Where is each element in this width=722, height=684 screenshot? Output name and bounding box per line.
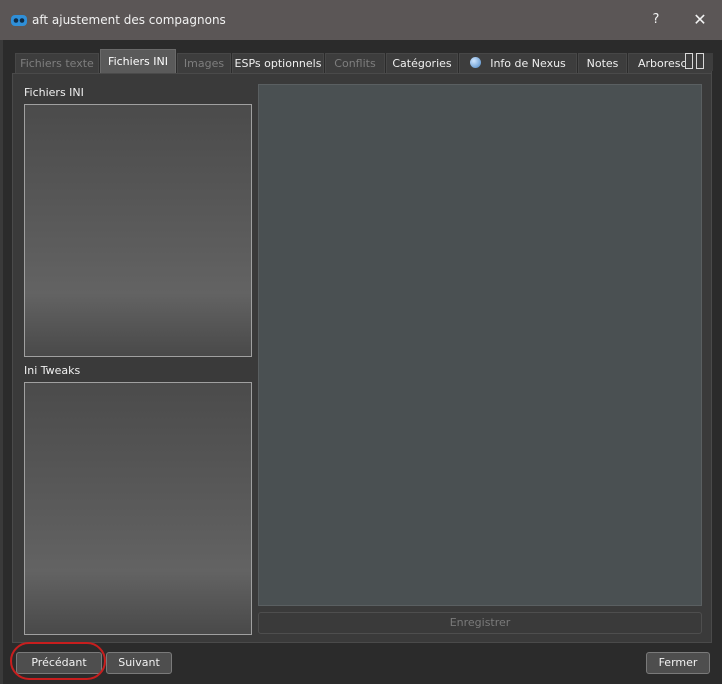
tab-optional-esps[interactable]: ESPs optionnels: [232, 53, 324, 73]
title-bar: aft ajustement des compagnons ? ✕: [0, 0, 722, 40]
save-button[interactable]: Enregistrer: [258, 612, 702, 634]
tab-notes[interactable]: Notes: [578, 53, 627, 73]
tab-label: Images: [183, 57, 225, 70]
tab-label: Conflits: [334, 57, 376, 70]
close-button[interactable]: Fermer: [646, 652, 710, 674]
tab-images[interactable]: Images: [177, 53, 231, 73]
previous-button[interactable]: Précédant: [16, 652, 102, 674]
tab-label: Info de Nexus: [490, 57, 566, 70]
tab-nexus-info[interactable]: Info de Nexus: [459, 53, 577, 73]
window-title: aft ajustement des compagnons: [32, 13, 226, 27]
ini-editor[interactable]: [258, 84, 702, 606]
tab-label: Fichiers INI: [108, 55, 168, 68]
tab-conflicts[interactable]: Conflits: [325, 53, 385, 73]
tab-label: ESPs optionnels: [234, 57, 322, 70]
help-button[interactable]: ?: [646, 10, 666, 30]
app-icon: [11, 15, 27, 26]
tab-label: Notes: [586, 57, 619, 70]
ini-tweaks-list[interactable]: [24, 382, 252, 635]
tab-categories[interactable]: Catégories: [386, 53, 458, 73]
globe-icon: [470, 57, 482, 68]
tab-label: Fichiers texte: [20, 57, 94, 70]
tab-bar: Fichiers texte Fichiers INI Images ESPs …: [15, 49, 713, 73]
ini-tweaks-label: Ini Tweaks: [24, 364, 81, 377]
tab-ini-files[interactable]: Fichiers INI: [100, 49, 176, 73]
next-button[interactable]: Suivant: [106, 652, 172, 674]
tab-scroll-icon[interactable]: [685, 53, 713, 71]
window-edge: [0, 40, 3, 684]
tab-text-files[interactable]: Fichiers texte: [15, 53, 99, 73]
tab-label: Catégories: [392, 57, 452, 70]
close-window-button[interactable]: ✕: [688, 10, 712, 30]
ini-files-list[interactable]: [24, 104, 252, 357]
ini-files-label: Fichiers INI: [24, 86, 84, 99]
